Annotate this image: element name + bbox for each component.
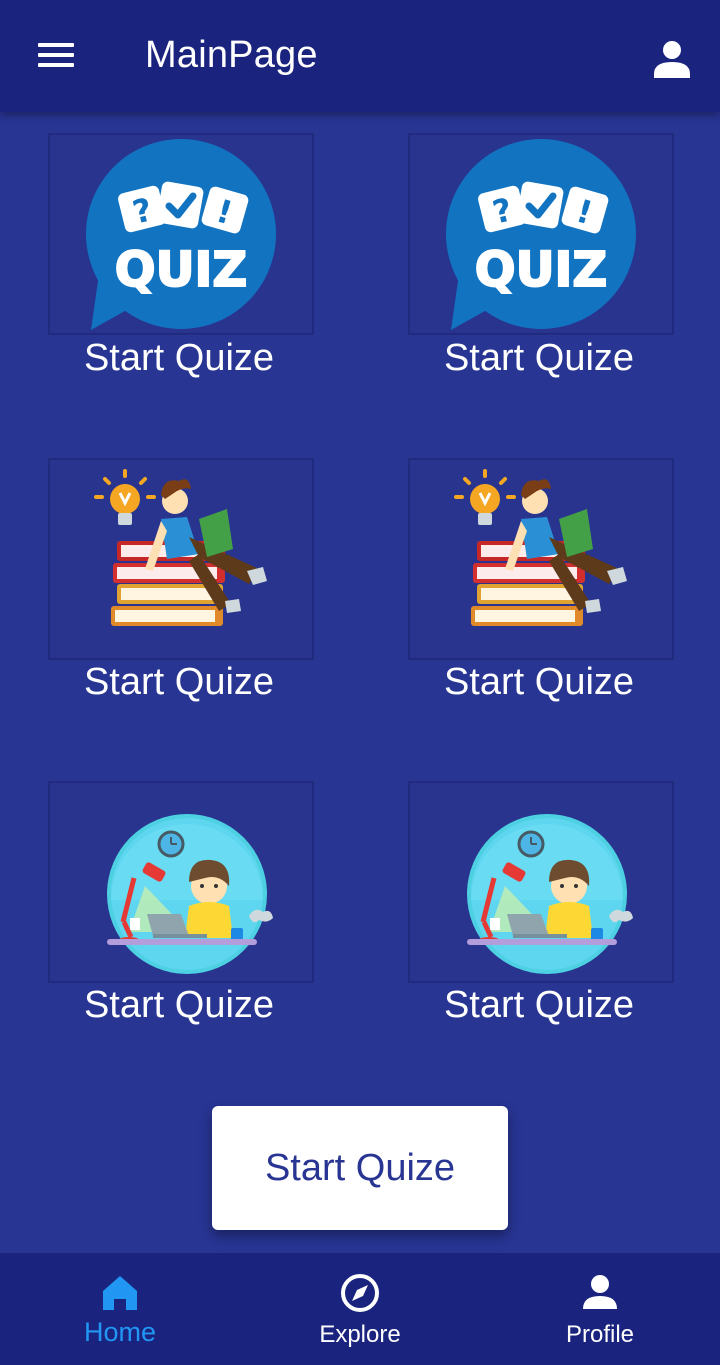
quiz-speech-bubble-image [409, 134, 675, 336]
nav-item-profile[interactable]: Profile [500, 1253, 700, 1365]
quiz-card[interactable] [408, 133, 674, 335]
card-label[interactable]: Start Quize [389, 984, 689, 1027]
student-reading-on-books-image [454, 469, 629, 628]
bottom-nav: Home Explore Profile [0, 1253, 720, 1365]
menu-icon[interactable] [28, 32, 84, 80]
person-icon[interactable] [648, 34, 696, 82]
quiz-card[interactable] [48, 781, 314, 983]
nav-label-home: Home [83, 1317, 157, 1347]
start-quiz-button[interactable]: Start Quize [212, 1106, 508, 1230]
nav-item-home[interactable]: Home [20, 1253, 220, 1365]
boy-working-on-laptop-image [49, 782, 315, 984]
home-icon [103, 1276, 137, 1310]
card-label[interactable]: Start Quize [389, 337, 689, 380]
app-bar: MainPage [0, 0, 720, 112]
nav-label-profile: Profile [565, 1321, 635, 1348]
page-title: MainPage [145, 34, 318, 76]
compass-icon [341, 1274, 379, 1312]
card-label[interactable]: Start Quize [29, 984, 329, 1027]
card-label[interactable]: Start Quize [29, 661, 329, 704]
quiz-card[interactable] [48, 458, 314, 660]
quiz-card[interactable] [408, 781, 674, 983]
quiz-speech-bubble-image [49, 134, 315, 336]
card-label[interactable]: Start Quize [389, 661, 689, 704]
nav-item-explore[interactable]: Explore [260, 1253, 460, 1365]
quiz-card[interactable] [408, 458, 674, 660]
card-label[interactable]: Start Quize [29, 337, 329, 380]
person-icon [583, 1275, 617, 1309]
quiz-card[interactable] [48, 133, 314, 335]
nav-label-explore: Explore [319, 1321, 401, 1348]
boy-working-on-laptop-image [409, 782, 675, 984]
student-reading-on-books-image [94, 469, 269, 628]
